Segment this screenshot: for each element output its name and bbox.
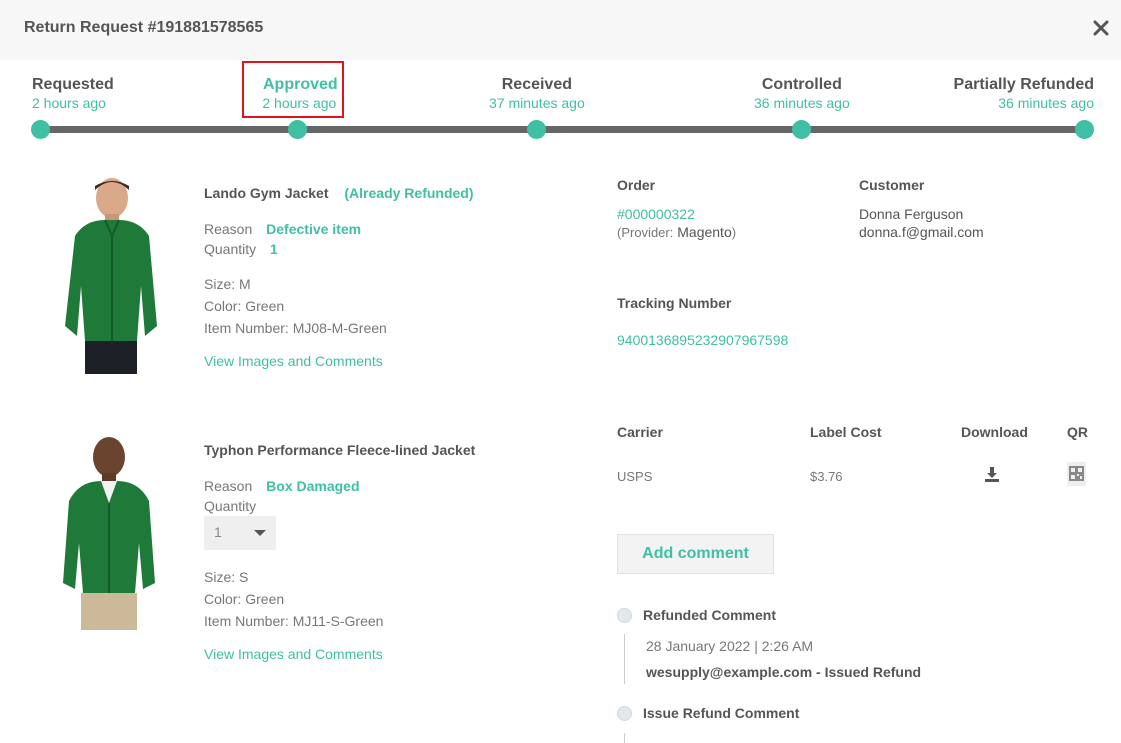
add-comment-button[interactable]: Add comment xyxy=(617,534,774,574)
tracking-label: Tracking Number xyxy=(617,295,732,311)
item-number-text: Item Number: MJ08-M-Green xyxy=(204,320,387,336)
step-label: Requested xyxy=(32,76,114,93)
carrier-header: Carrier xyxy=(617,424,663,440)
quantity-select-value: 1 xyxy=(214,524,222,540)
status-timeline: Requested 2 hours ago Approved 2 hours a… xyxy=(0,60,1121,150)
refunded-badge: (Already Refunded) xyxy=(344,185,474,201)
timeline-step-partially-refunded: Partially Refunded 36 minutes ago xyxy=(954,76,1094,111)
quantity-select[interactable]: 1 xyxy=(204,516,276,550)
reason-label: Reason xyxy=(204,478,253,494)
product-item: Typhon Performance Fleece-lined Jacket R… xyxy=(0,425,600,695)
step-label: Partially Refunded xyxy=(953,76,1094,93)
view-images-link[interactable]: View Images and Comments xyxy=(204,646,475,662)
size-text: Size: M xyxy=(204,276,251,292)
product-image[interactable] xyxy=(45,433,170,630)
timeline-dot-received xyxy=(527,120,546,139)
comment-title: Issue Refund Comment xyxy=(643,705,800,721)
quantity-value: 1 xyxy=(270,241,278,257)
order-label: Order xyxy=(617,177,656,193)
step-time: 37 minutes ago xyxy=(489,95,585,111)
step-label: Received xyxy=(501,76,572,93)
color-text: Color: Green xyxy=(204,298,285,314)
view-images-link[interactable]: View Images and Comments xyxy=(204,353,474,369)
tracking-number-link[interactable]: 9400136895232907967598 xyxy=(617,332,788,348)
reason-value: Box Damaged xyxy=(266,478,360,494)
product-image[interactable] xyxy=(45,176,170,374)
timeline-step-requested: Requested 2 hours ago xyxy=(32,76,114,111)
chevron-down-icon xyxy=(254,530,266,536)
qr-header: QR xyxy=(1067,424,1088,440)
item-number-text: Item Number: MJ11-S-Green xyxy=(204,613,384,629)
download-header: Download xyxy=(961,424,1028,440)
customer-email: donna.f@gmail.com xyxy=(859,224,984,240)
qr-code-icon[interactable] xyxy=(1067,462,1086,486)
product-details: Lando Gym Jacket (Already Refunded) Reas… xyxy=(204,185,474,369)
quantity-label: Quantity xyxy=(204,498,257,514)
size-text: Size: S xyxy=(204,569,249,585)
timeline-track xyxy=(40,126,1085,133)
product-item: Lando Gym Jacket (Already Refunded) Reas… xyxy=(0,170,600,400)
customer-name: Donna Ferguson xyxy=(859,206,964,222)
carrier-value: USPS xyxy=(617,469,653,484)
timeline-dot-approved xyxy=(288,120,307,139)
label-cost-value: $3.76 xyxy=(810,469,843,484)
modal-header: Return Request #191881578565 xyxy=(0,0,1121,60)
download-icon[interactable] xyxy=(984,466,1000,482)
modal-title: Return Request #191881578565 xyxy=(24,19,264,36)
timeline-dot-requested xyxy=(31,120,50,139)
comment-bullet xyxy=(617,706,632,721)
color-text: Color: Green xyxy=(204,591,285,607)
step-time: 2 hours ago xyxy=(32,95,106,111)
quantity-label: Quantity xyxy=(204,241,257,257)
product-details: Typhon Performance Fleece-lined Jacket R… xyxy=(204,442,475,662)
order-number-link[interactable]: #000000322 xyxy=(617,206,695,222)
reason-value: Defective item xyxy=(266,221,362,237)
product-name: Typhon Performance Fleece-lined Jacket xyxy=(204,442,476,458)
step-time: 36 minutes ago xyxy=(754,95,850,111)
timeline-dot-partially-refunded xyxy=(1075,120,1094,139)
timeline-step-received: Received 37 minutes ago xyxy=(489,76,585,111)
timeline-step-controlled: Controlled 36 minutes ago xyxy=(754,76,850,111)
comment-thread-line xyxy=(624,634,625,684)
label-cost-header: Label Cost xyxy=(810,424,882,440)
comment-thread-line xyxy=(624,733,625,743)
product-name: Lando Gym Jacket xyxy=(204,185,329,201)
step-label: Controlled xyxy=(761,76,842,93)
timeline-dot-controlled xyxy=(792,120,811,139)
highlight-box xyxy=(242,61,344,118)
step-time: 36 minutes ago xyxy=(998,95,1094,111)
close-icon[interactable] xyxy=(1091,17,1111,39)
comment-date: 28 January 2022 | 2:26 AM xyxy=(646,638,814,654)
comment-title: Refunded Comment xyxy=(643,607,776,623)
comment-bullet xyxy=(617,608,632,623)
order-provider: (Provider: Magento) xyxy=(617,224,737,240)
reason-label: Reason xyxy=(204,221,253,237)
customer-label: Customer xyxy=(859,177,925,193)
comment-body: wesupply@example.com - Issued Refund xyxy=(646,664,922,680)
